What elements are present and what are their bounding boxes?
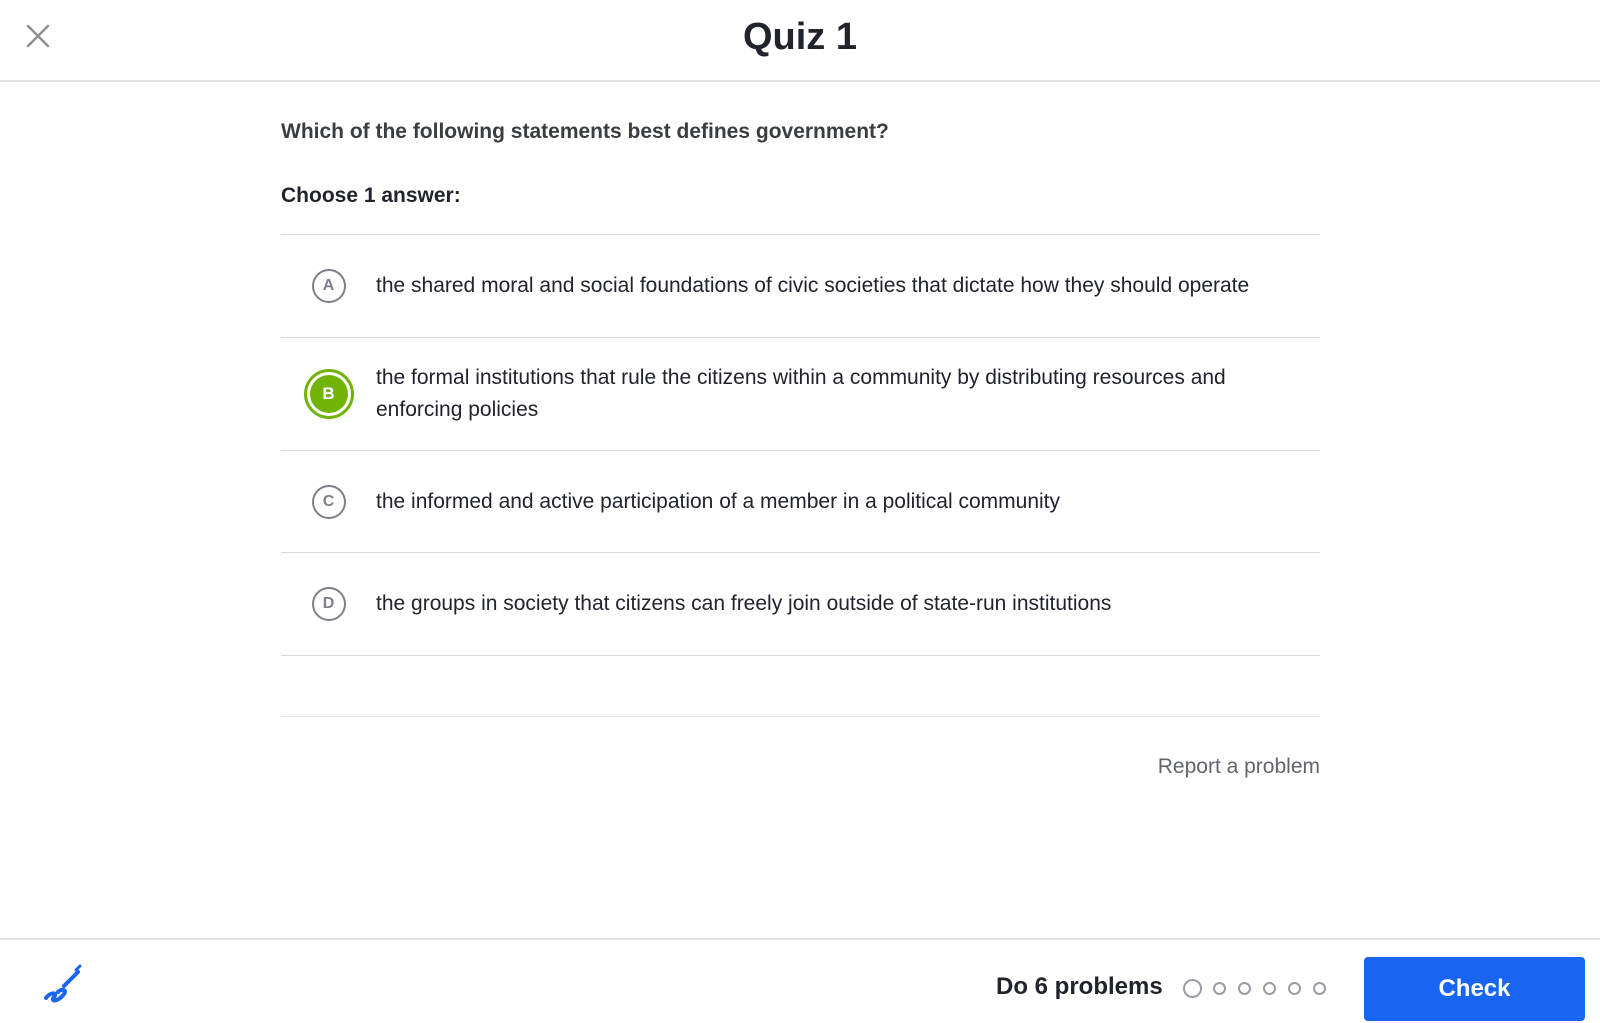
choice-d[interactable]: D the groups in society that citizens ca… <box>281 553 1320 656</box>
progress-dots <box>1183 979 1338 998</box>
progress-dot <box>1238 982 1251 995</box>
choice-c-radio[interactable]: C <box>311 484 346 519</box>
choice-b[interactable]: B the formal institutions that rule the … <box>281 338 1320 451</box>
choice-b-letter: B <box>309 375 348 413</box>
check-button[interactable]: Check <box>1364 957 1585 1021</box>
choice-d-text: the groups in society that citizens can … <box>376 592 1112 615</box>
choice-c[interactable]: C the informed and active participation … <box>281 451 1320 553</box>
quiz-title: Quiz 1 <box>742 16 858 58</box>
choice-d-radio[interactable]: D <box>311 587 346 621</box>
choice-a[interactable]: A the shared moral and social foundation… <box>281 235 1320 338</box>
question-area: Which of the following statements best d… <box>281 82 1320 779</box>
answer-instruction: Choose 1 answer: <box>281 184 461 207</box>
quiz-page: Quiz 1 Which of the following statements… <box>0 0 1600 1023</box>
progress-dot <box>1213 982 1226 995</box>
progress-label: Do 6 problems <box>996 973 1163 1000</box>
question-prompt: Which of the following statements best d… <box>281 120 889 143</box>
report-problem-link[interactable]: Report a problem <box>281 755 1320 779</box>
choice-b-text: the formal institutions that rule the ci… <box>376 366 1226 421</box>
choice-c-marker-wrap: C <box>281 484 376 519</box>
progress-dot-current <box>1183 979 1202 998</box>
scratchpad-pencil-icon[interactable] <box>40 964 84 1008</box>
progress-dot <box>1288 982 1301 995</box>
choice-b-marker-wrap: B <box>281 369 376 419</box>
choice-a-radio[interactable]: A <box>311 269 346 303</box>
progress-dot <box>1313 982 1326 995</box>
content-divider <box>281 716 1320 717</box>
choice-c-text: the informed and active participation of… <box>376 489 1060 513</box>
answer-choices: A the shared moral and social foundation… <box>281 234 1320 656</box>
progress-dot <box>1263 982 1276 995</box>
choice-a-marker-wrap: A <box>281 269 376 303</box>
quiz-footer: Do 6 problems Check <box>0 938 1600 1023</box>
quiz-header: Quiz 1 <box>0 0 1600 82</box>
choice-d-marker-wrap: D <box>281 587 376 621</box>
scratchpad-button[interactable] <box>40 964 84 1008</box>
choice-b-radio-selected[interactable]: B <box>303 369 354 419</box>
choice-a-text: the shared moral and social foundations … <box>376 274 1250 297</box>
